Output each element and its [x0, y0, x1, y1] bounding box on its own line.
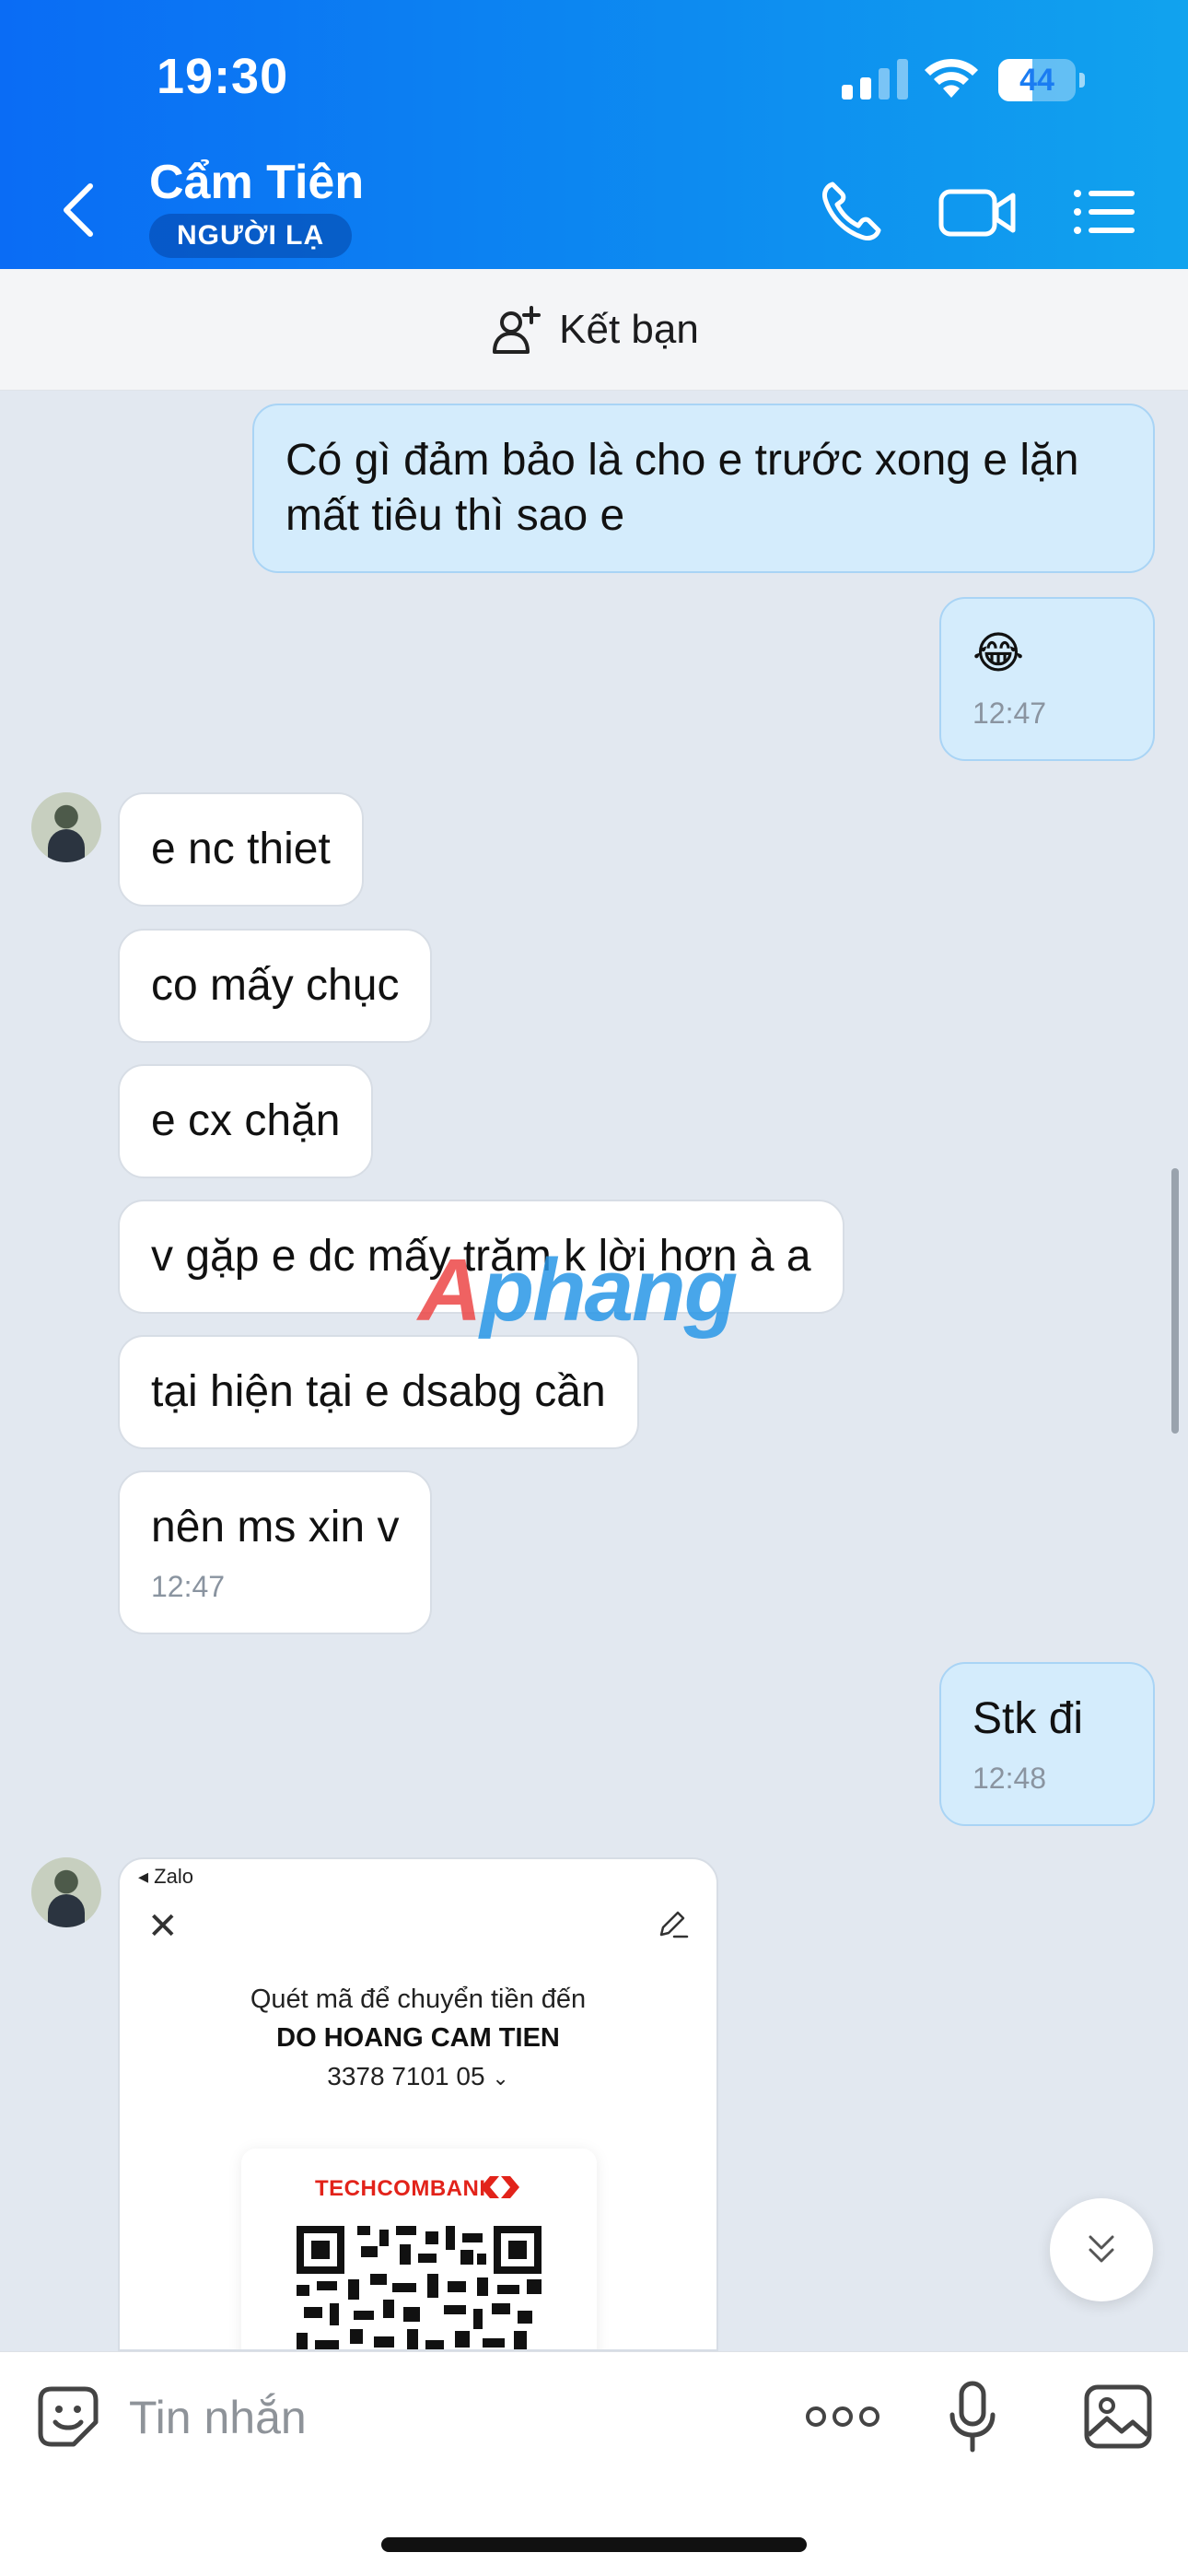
- qr-code-icon: [297, 2226, 542, 2349]
- add-friend-button[interactable]: Kết bạn: [0, 269, 1188, 391]
- avatar[interactable]: [31, 1857, 101, 1927]
- battery-level: 44: [1019, 63, 1054, 98]
- chevron-double-down-icon: [1089, 2235, 1114, 2263]
- qr-account-number: 3378 7101 05 ⌄: [327, 2062, 509, 2090]
- phone-icon[interactable]: [814, 175, 888, 249]
- qr-image-message[interactable]: ◂ Zalo ✕ Quét mã để chuyển tiền đến DO H…: [118, 1857, 718, 2351]
- message-bubble-incoming[interactable]: e cx chặn: [118, 1064, 374, 1178]
- add-user-icon: [493, 305, 542, 354]
- techcombank-logo-icon: [481, 2176, 519, 2198]
- scrollbar-thumb[interactable]: [1171, 1168, 1179, 1434]
- avatar[interactable]: [31, 792, 101, 862]
- microphone-icon[interactable]: [945, 2380, 1000, 2453]
- message-text: e nc thiet: [151, 825, 331, 873]
- message-bubble-outgoing[interactable]: Có gì đảm bảo là cho e trước xong e lặn …: [252, 404, 1155, 573]
- add-friend-label: Kết bạn: [559, 306, 699, 352]
- message-text: Có gì đảm bảo là cho e trước xong e lặn …: [285, 436, 1079, 540]
- close-icon: ✕: [147, 1906, 179, 1947]
- qr-app-label: ◂ Zalo: [138, 1865, 193, 1888]
- watermark-logo: Aphang: [418, 1241, 738, 1340]
- image-icon[interactable]: [1083, 2383, 1153, 2450]
- list-menu-icon[interactable]: [1072, 175, 1136, 249]
- message-text: Stk đi: [973, 1694, 1084, 1743]
- message-bubble-outgoing[interactable]: Stk đi 12:48: [939, 1662, 1155, 1826]
- bank-name: TECHCOMBANK: [315, 2176, 496, 2201]
- message-bubble-outgoing[interactable]: 😂 12:47: [939, 597, 1155, 761]
- message-time: 12:47: [151, 1570, 226, 1603]
- message-input[interactable]: [129, 2385, 774, 2450]
- cellular-signal-icon: [842, 59, 908, 100]
- qr-title: Quét mã để chuyển tiền đến: [250, 1985, 587, 2014]
- battery-icon: 44: [998, 59, 1085, 101]
- more-dots-icon[interactable]: [801, 2391, 884, 2442]
- message-text: tại hiện tại e dsabg cần: [151, 1367, 606, 1416]
- stranger-badge: NGƯỜI LẠ: [149, 214, 353, 258]
- home-indicator[interactable]: [381, 2537, 807, 2552]
- message-text: e cx chặn: [151, 1096, 341, 1145]
- scroll-to-bottom-button[interactable]: [1050, 2198, 1153, 2301]
- message-bubble-incoming[interactable]: nên ms xin v 12:47: [118, 1470, 433, 1634]
- chevron-left-icon[interactable]: [55, 181, 101, 240]
- message-text: nên ms xin v: [151, 1503, 400, 1551]
- message-bubble-incoming[interactable]: co mấy chục: [118, 929, 433, 1043]
- sticker-icon[interactable]: [33, 2382, 103, 2452]
- message-time: 12:48: [973, 1762, 1047, 1795]
- pencil-icon: [659, 1911, 689, 1938]
- message-time: 12:47: [973, 697, 1047, 730]
- video-camera-icon[interactable]: [938, 175, 1017, 249]
- qr-panel: TECHCOMBANK: [241, 2149, 597, 2349]
- status-time: 19:30: [157, 49, 289, 104]
- message-bubble-incoming[interactable]: e nc thiet: [118, 792, 364, 907]
- emoji-laughing: 😂: [973, 629, 1025, 678]
- contact-name[interactable]: Cẩm Tiên: [149, 155, 364, 210]
- qr-recipient-name: DO HOANG CAM TIEN: [276, 2023, 560, 2053]
- wifi-icon: [925, 58, 978, 98]
- message-text: co mấy chục: [151, 961, 400, 1010]
- message-bubble-incoming[interactable]: tại hiện tại e dsabg cần: [118, 1335, 639, 1449]
- chat-header: 19:30 44 Cẩm Tiên NGƯỜI LẠ: [0, 0, 1188, 269]
